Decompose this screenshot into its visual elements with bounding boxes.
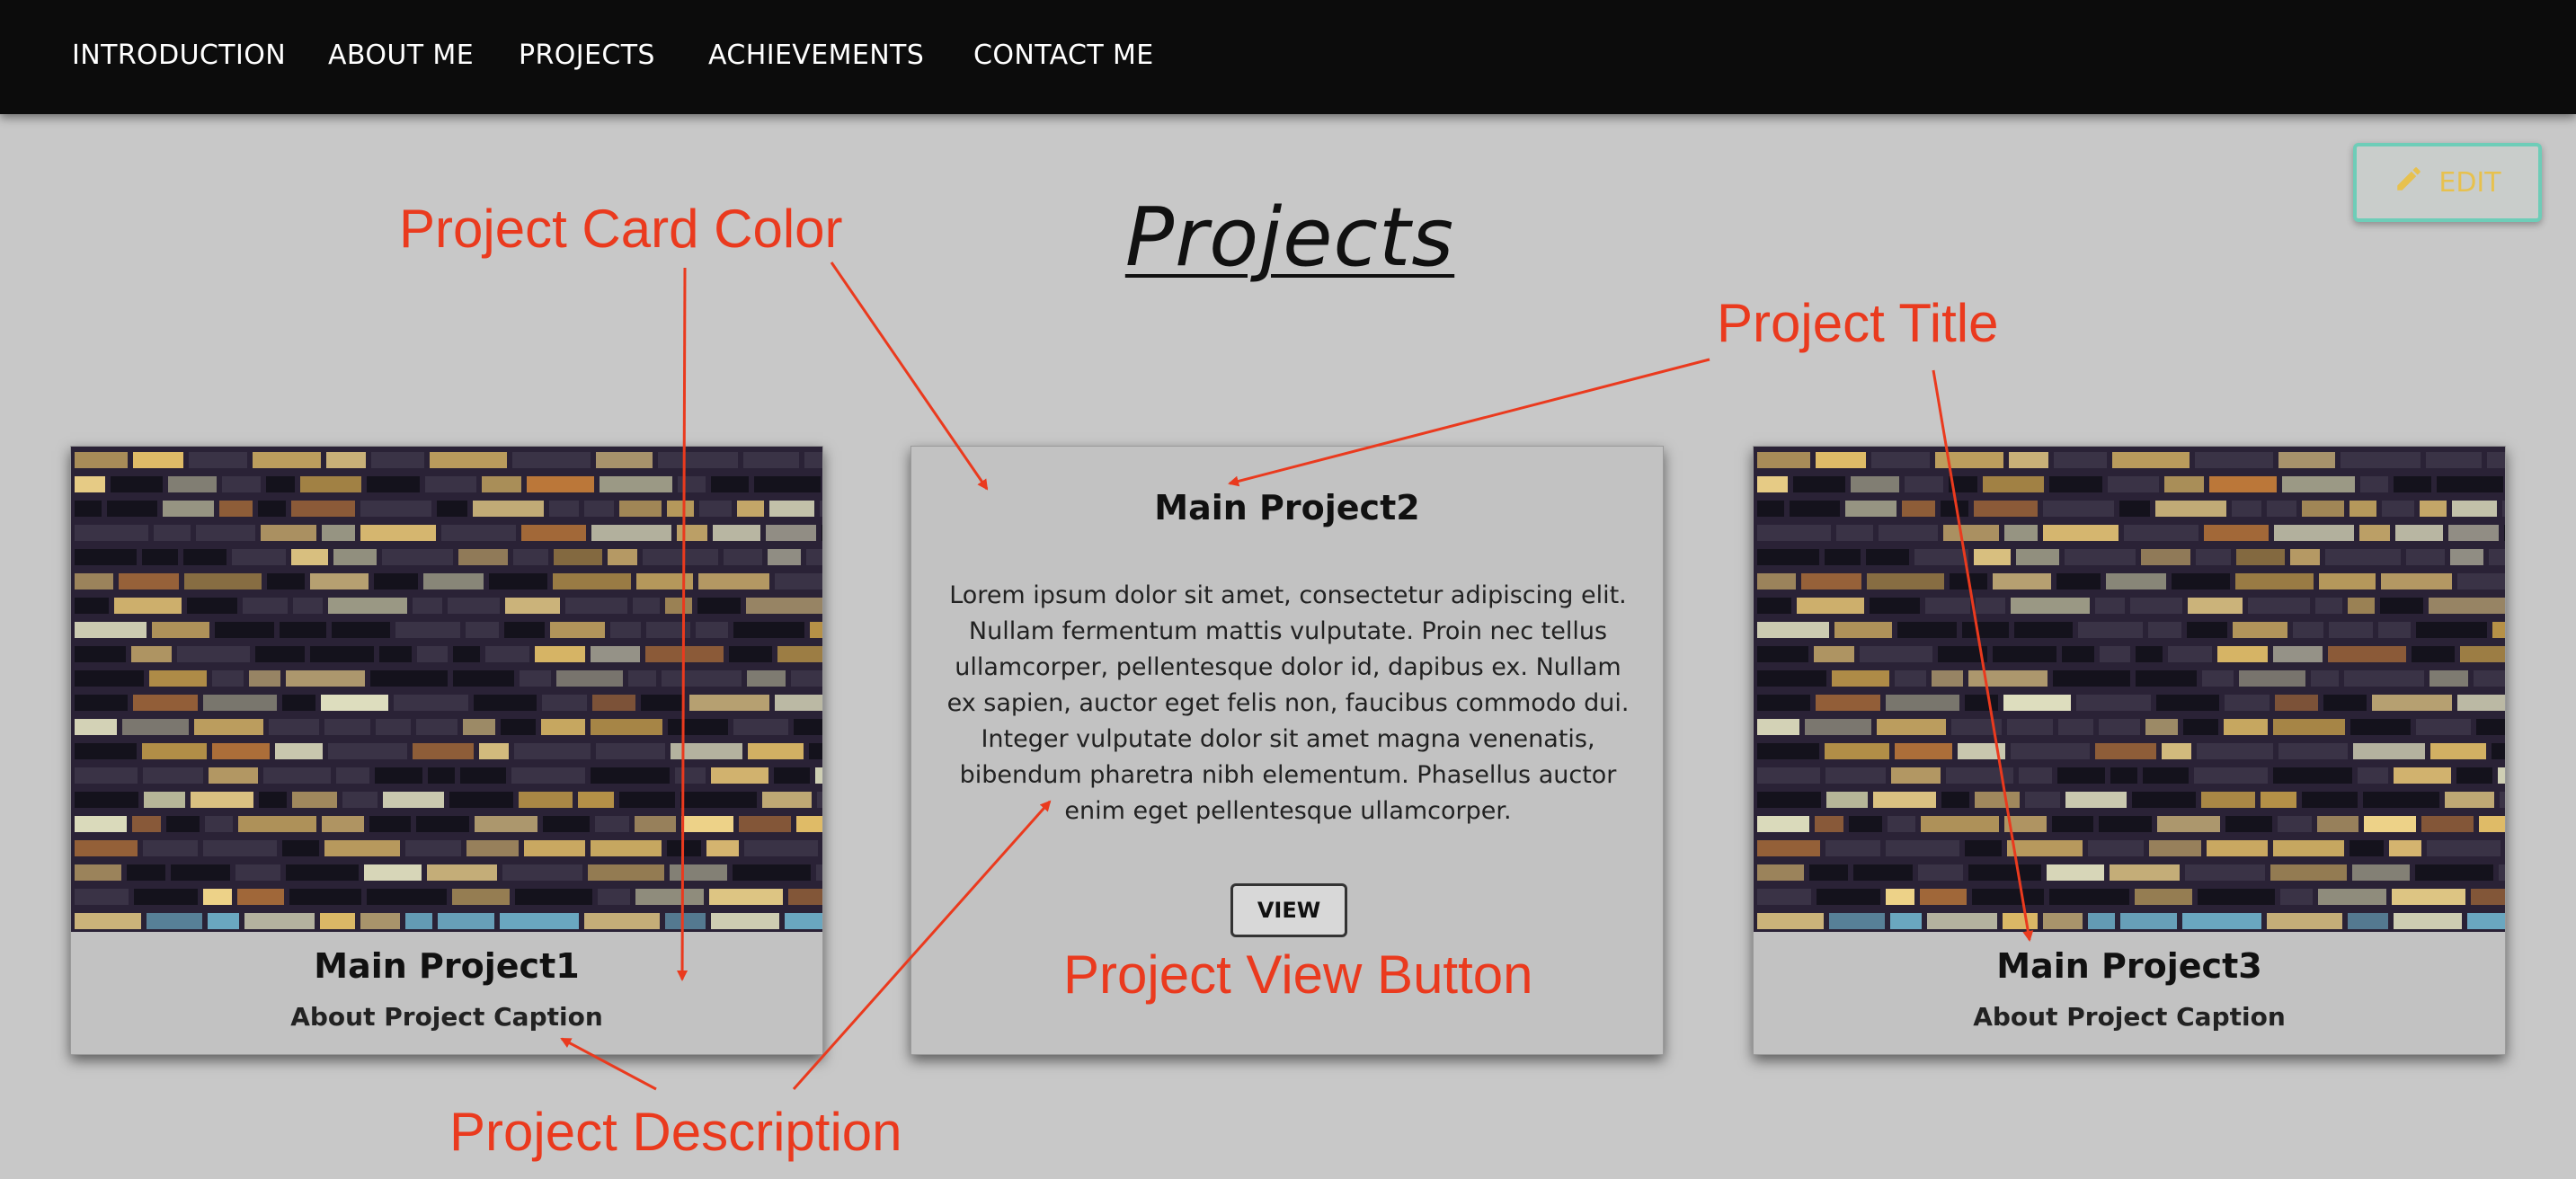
nav-introduction[interactable]: INTRODUCTION — [72, 40, 286, 71]
pencil-icon — [2394, 164, 2424, 201]
nav-contact-me[interactable]: CONTACT ME — [973, 40, 1154, 71]
nav-projects[interactable]: PROJECTS — [519, 40, 655, 71]
project-image — [71, 447, 822, 932]
project-card-3[interactable]: Main Project3 About Project Caption — [1753, 446, 2506, 1055]
project-image — [1754, 447, 2505, 932]
project-caption: About Project Caption — [1973, 1002, 2286, 1032]
nav-achievements[interactable]: ACHIEVEMENTS — [708, 40, 924, 71]
project-title: Main Project3 — [1996, 946, 2262, 986]
annotation-view-button: Project View Button — [1063, 944, 1533, 1005]
annotation-project-title: Project Title — [1717, 293, 1999, 353]
page-title: Projects — [1124, 191, 1455, 285]
nav-about-me[interactable]: ABOUT ME — [328, 40, 474, 71]
project-title: Main Project2 — [1154, 488, 1420, 527]
project-caption: About Project Caption — [290, 1002, 603, 1032]
edit-button-label: EDIT — [2438, 166, 2501, 199]
annotation-project-description: Project Description — [449, 1102, 902, 1162]
edit-button[interactable]: EDIT — [2353, 143, 2542, 222]
top-navbar: INTRODUCTION ABOUT ME PROJECTS ACHIEVEME… — [0, 0, 2576, 114]
annotation-card-color: Project Card Color — [399, 199, 843, 259]
project-description: Lorem ipsum dolor sit amet, consectetur … — [946, 581, 1630, 825]
project-title: Main Project1 — [314, 946, 580, 986]
view-button[interactable]: VIEW — [1230, 883, 1347, 937]
project-card-1[interactable]: Main Project1 About Project Caption — [70, 446, 823, 1055]
